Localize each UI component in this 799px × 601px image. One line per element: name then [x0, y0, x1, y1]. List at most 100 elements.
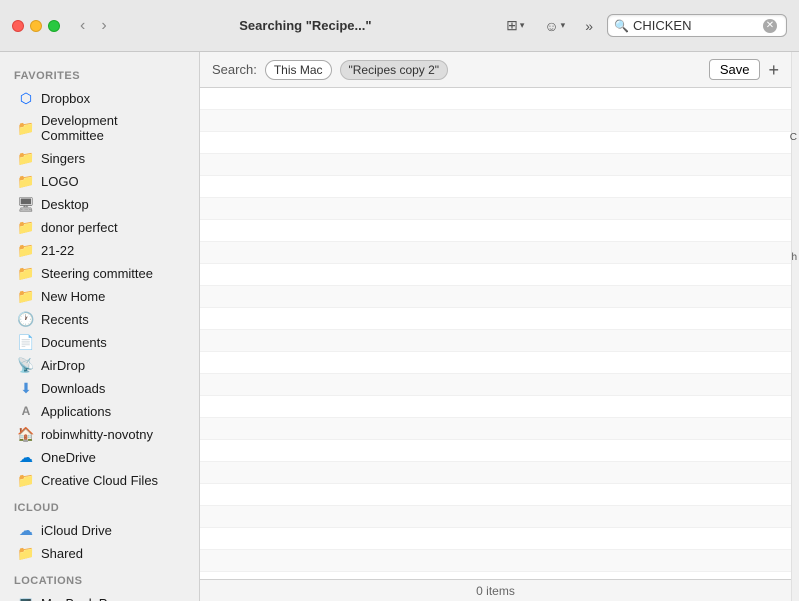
file-row [200, 374, 791, 396]
sidebar-item-documents[interactable]: 📄 Documents [4, 331, 195, 353]
icloud-icon: ☁ [18, 522, 34, 538]
recipes-scope-tag[interactable]: "Recipes copy 2" [340, 60, 449, 80]
documents-icon: 📄 [18, 334, 34, 350]
sidebar-item-creative-cloud[interactable]: 📁 Creative Cloud Files [4, 469, 195, 491]
file-row [200, 352, 791, 374]
share-button[interactable]: ☺ ▾ [538, 15, 571, 37]
zoom-button[interactable] [48, 20, 60, 32]
airdrop-icon: 📡 [18, 357, 34, 373]
sidebar-item-label: iCloud Drive [41, 523, 112, 538]
recents-icon: 🕐 [18, 311, 34, 327]
more-icon: » [585, 18, 593, 34]
sidebar-item-label: AirDrop [41, 358, 85, 373]
sidebar-item-label: 21-22 [41, 243, 74, 258]
sidebar-item-logo[interactable]: 📁 LOGO [4, 170, 195, 192]
locations-section-label: Locations [0, 565, 199, 591]
folder-icon: 📁 [18, 120, 34, 136]
right-edge-letter-h: h [791, 252, 797, 263]
sidebar-item-downloads[interactable]: ⬇ Downloads [4, 377, 195, 399]
sidebar-item-recents[interactable]: 🕐 Recents [4, 308, 195, 330]
file-row [200, 528, 791, 550]
content-area: Search: This Mac "Recipes copy 2" Save +… [200, 52, 791, 601]
icloud-section-label: iCloud [0, 492, 199, 518]
sidebar-item-steering-committee[interactable]: 📁 Steering committee [4, 262, 195, 284]
desktop-icon: 🖥 [18, 196, 34, 212]
sidebar-item-label: Shared [41, 546, 83, 561]
dropbox-icon: ⬡ [18, 90, 34, 106]
sidebar-item-macbook-pro[interactable]: 💻 MacBook Pro [4, 592, 195, 601]
sidebar-item-label: New Home [41, 289, 105, 304]
file-row [200, 132, 791, 154]
sidebar-item-21-22[interactable]: 📁 21-22 [4, 239, 195, 261]
sidebar-item-label: Downloads [41, 381, 105, 396]
view-options-button[interactable]: ⊞ ▾ [500, 14, 530, 37]
sidebar-item-robinwhitty[interactable]: 🏠 robinwhitty-novotny [4, 423, 195, 445]
file-row [200, 286, 791, 308]
search-box[interactable]: 🔍 CHICKEN ✕ [607, 14, 787, 37]
file-row [200, 264, 791, 286]
window-title: Searching "Recipe..." [239, 18, 371, 33]
view-icon: ⊞ [506, 17, 518, 34]
sidebar-item-label: Development Committee [41, 113, 181, 143]
file-row [200, 110, 791, 132]
favorites-section-label: Favorites [0, 60, 199, 86]
sidebar-item-icloud-drive[interactable]: ☁ iCloud Drive [4, 519, 195, 541]
save-button[interactable]: Save [709, 59, 761, 80]
file-row [200, 572, 791, 579]
sidebar-item-onedrive[interactable]: ☁ OneDrive [4, 446, 195, 468]
search-bar-label: Search: [212, 62, 257, 77]
file-row [200, 506, 791, 528]
downloads-icon: ⬇ [18, 380, 34, 396]
share-chevron-icon: ▾ [561, 20, 566, 31]
sidebar-item-label: Dropbox [41, 91, 90, 106]
status-bar: 0 items [200, 579, 791, 601]
file-row [200, 176, 791, 198]
search-bar: Search: This Mac "Recipes copy 2" Save + [200, 52, 791, 88]
title-area: Searching "Recipe..." [119, 18, 492, 33]
sidebar-item-donor-perfect[interactable]: 📁 donor perfect [4, 216, 195, 238]
items-count: 0 items [476, 584, 515, 598]
minimize-button[interactable] [30, 20, 42, 32]
sidebar-item-shared[interactable]: 📁 Shared [4, 542, 195, 564]
sidebar-item-desktop[interactable]: 🖥 Desktop [4, 193, 195, 215]
sidebar-item-new-home[interactable]: 📁 New Home [4, 285, 195, 307]
file-row [200, 308, 791, 330]
sidebar-item-label: Singers [41, 151, 85, 166]
file-list [200, 88, 791, 579]
this-mac-scope-button[interactable]: This Mac [265, 60, 332, 80]
main-layout: Favorites ⬡ Dropbox 📁 Development Commit… [0, 52, 799, 601]
sidebar-item-applications[interactable]: A Applications [4, 400, 195, 422]
file-row [200, 242, 791, 264]
right-edge: C h [791, 52, 799, 601]
search-input[interactable]: CHICKEN [633, 18, 763, 33]
folder-icon: 📁 [18, 265, 34, 281]
macbook-icon: 💻 [18, 595, 34, 601]
sidebar-item-label: Creative Cloud Files [41, 473, 158, 488]
close-button[interactable] [12, 20, 24, 32]
sidebar-item-development-committee[interactable]: 📁 Development Committee [4, 110, 195, 146]
traffic-lights [12, 20, 60, 32]
sidebar-item-label: LOGO [41, 174, 79, 189]
sidebar-item-airdrop[interactable]: 📡 AirDrop [4, 354, 195, 376]
file-row [200, 484, 791, 506]
forward-button[interactable]: › [97, 15, 110, 37]
back-button[interactable]: ‹ [76, 15, 89, 37]
sidebar-item-label: Steering committee [41, 266, 153, 281]
more-button[interactable]: » [579, 15, 599, 37]
sidebar-item-label: OneDrive [41, 450, 96, 465]
sidebar-item-singers[interactable]: 📁 Singers [4, 147, 195, 169]
add-filter-button[interactable]: + [768, 61, 779, 79]
sidebar-item-label: donor perfect [41, 220, 118, 235]
file-row [200, 88, 791, 110]
onedrive-icon: ☁ [18, 449, 34, 465]
sidebar-item-dropbox[interactable]: ⬡ Dropbox [4, 87, 195, 109]
search-icon: 🔍 [614, 19, 629, 33]
folder-icon: 📁 [18, 288, 34, 304]
search-clear-button[interactable]: ✕ [763, 19, 777, 33]
shared-icon: 📁 [18, 545, 34, 561]
sidebar-item-label: Desktop [41, 197, 89, 212]
sidebar-item-label: Applications [41, 404, 111, 419]
sidebar-item-label: robinwhitty-novotny [41, 427, 153, 442]
sidebar-item-label: MacBook Pro [41, 596, 119, 601]
file-row [200, 330, 791, 352]
